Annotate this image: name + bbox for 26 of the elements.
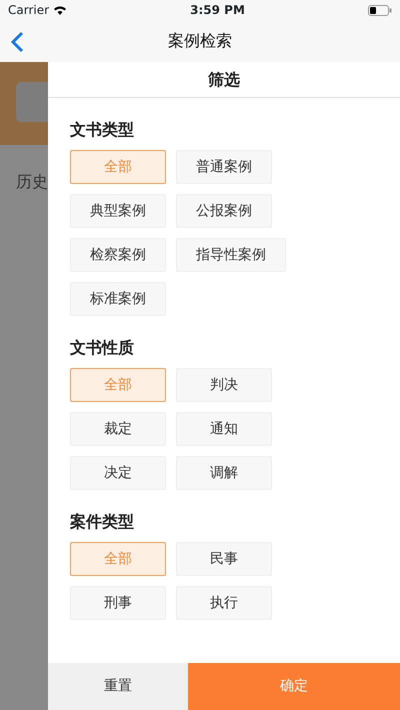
history-label: 历史 — [16, 171, 48, 193]
filter-option[interactable]: 标准案例 — [70, 282, 166, 316]
carrier-label: Carrier — [8, 2, 50, 19]
time-label: 3:59 PM — [190, 2, 245, 19]
filter-option[interactable]: 调解 — [176, 456, 272, 490]
battery-icon — [368, 4, 392, 16]
filter-option[interactable]: 民事 — [176, 542, 272, 576]
section-title: 案件类型 — [70, 511, 135, 533]
drawer-title: 筛选 — [48, 62, 400, 98]
filter-option[interactable]: 典型案例 — [70, 194, 166, 228]
filter-option[interactable]: 公报案例 — [176, 194, 272, 228]
wifi-icon — [53, 5, 68, 15]
filter-option[interactable]: 通知 — [176, 412, 272, 446]
nav-title: 案例检索 — [168, 30, 232, 52]
filter-option[interactable]: 刑事 — [70, 586, 166, 620]
filter-option[interactable]: 检察案例 — [70, 238, 166, 272]
filter-option[interactable]: 执行 — [176, 586, 272, 620]
filter-option[interactable]: 普通案例 — [176, 150, 272, 184]
filter-option[interactable]: 决定 — [70, 456, 166, 490]
back-icon[interactable] — [10, 31, 24, 53]
filter-option[interactable]: 裁定 — [70, 412, 166, 446]
section-title: 文书性质 — [70, 337, 135, 359]
filter-option[interactable]: 判决 — [176, 368, 272, 402]
reset-button[interactable]: 重置 — [48, 663, 188, 710]
filter-option[interactable]: 指导性案例 — [176, 238, 286, 272]
section-title: 文书类型 — [70, 119, 135, 141]
